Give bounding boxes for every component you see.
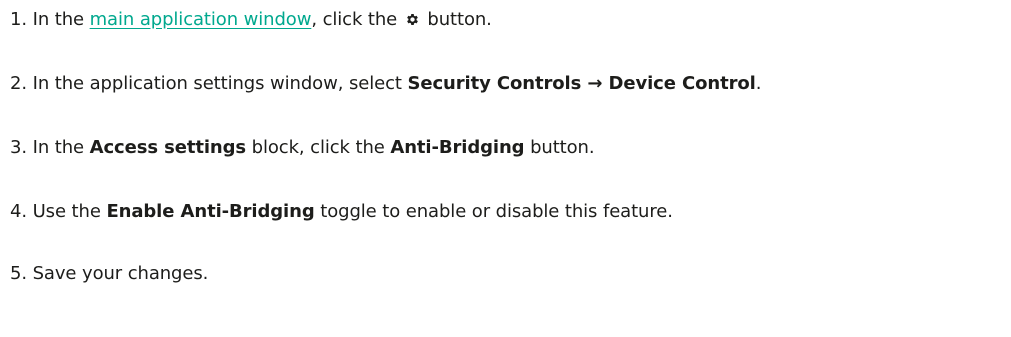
step-text: button.: [427, 9, 492, 30]
anti-bridging-button-name: Anti-Bridging: [390, 137, 525, 158]
access-settings-block-name: Access settings: [89, 137, 247, 158]
step-text: Save your changes.: [32, 263, 209, 284]
step-4: 4. Use the Enable Anti-Bridging toggle t…: [10, 200, 673, 224]
step-text: In the: [32, 9, 84, 30]
enable-anti-bridging-toggle-name: Enable Anti-Bridging: [106, 201, 315, 222]
step-number: 2.: [10, 73, 27, 94]
step-3: 3. In the Access settings block, click t…: [10, 136, 595, 160]
step-number: 3.: [10, 137, 27, 158]
step-text: Use the: [32, 201, 101, 222]
step-2: 2. In the application settings window, s…: [10, 72, 761, 96]
step-text: In the application settings window, sele…: [32, 73, 402, 94]
step-5: 5. Save your changes.: [10, 262, 208, 286]
step-number: 4.: [10, 201, 27, 222]
gear-icon: [406, 14, 418, 25]
main-application-window-link[interactable]: main application window: [90, 9, 312, 30]
step-text: block, click the: [251, 137, 385, 158]
settings-path: Security Controls → Device Control: [407, 73, 756, 94]
step-text: In the: [32, 137, 84, 158]
step-number: 5.: [10, 263, 27, 284]
step-text: , click the: [311, 9, 398, 30]
step-text: button.: [530, 137, 595, 158]
step-1: 1. In the main application window, click…: [10, 8, 492, 32]
step-text: .: [755, 73, 762, 94]
step-text: toggle to enable or disable this feature…: [320, 201, 673, 222]
instruction-steps: 1. In the main application window, click…: [0, 0, 1011, 337]
step-number: 1.: [10, 9, 27, 30]
